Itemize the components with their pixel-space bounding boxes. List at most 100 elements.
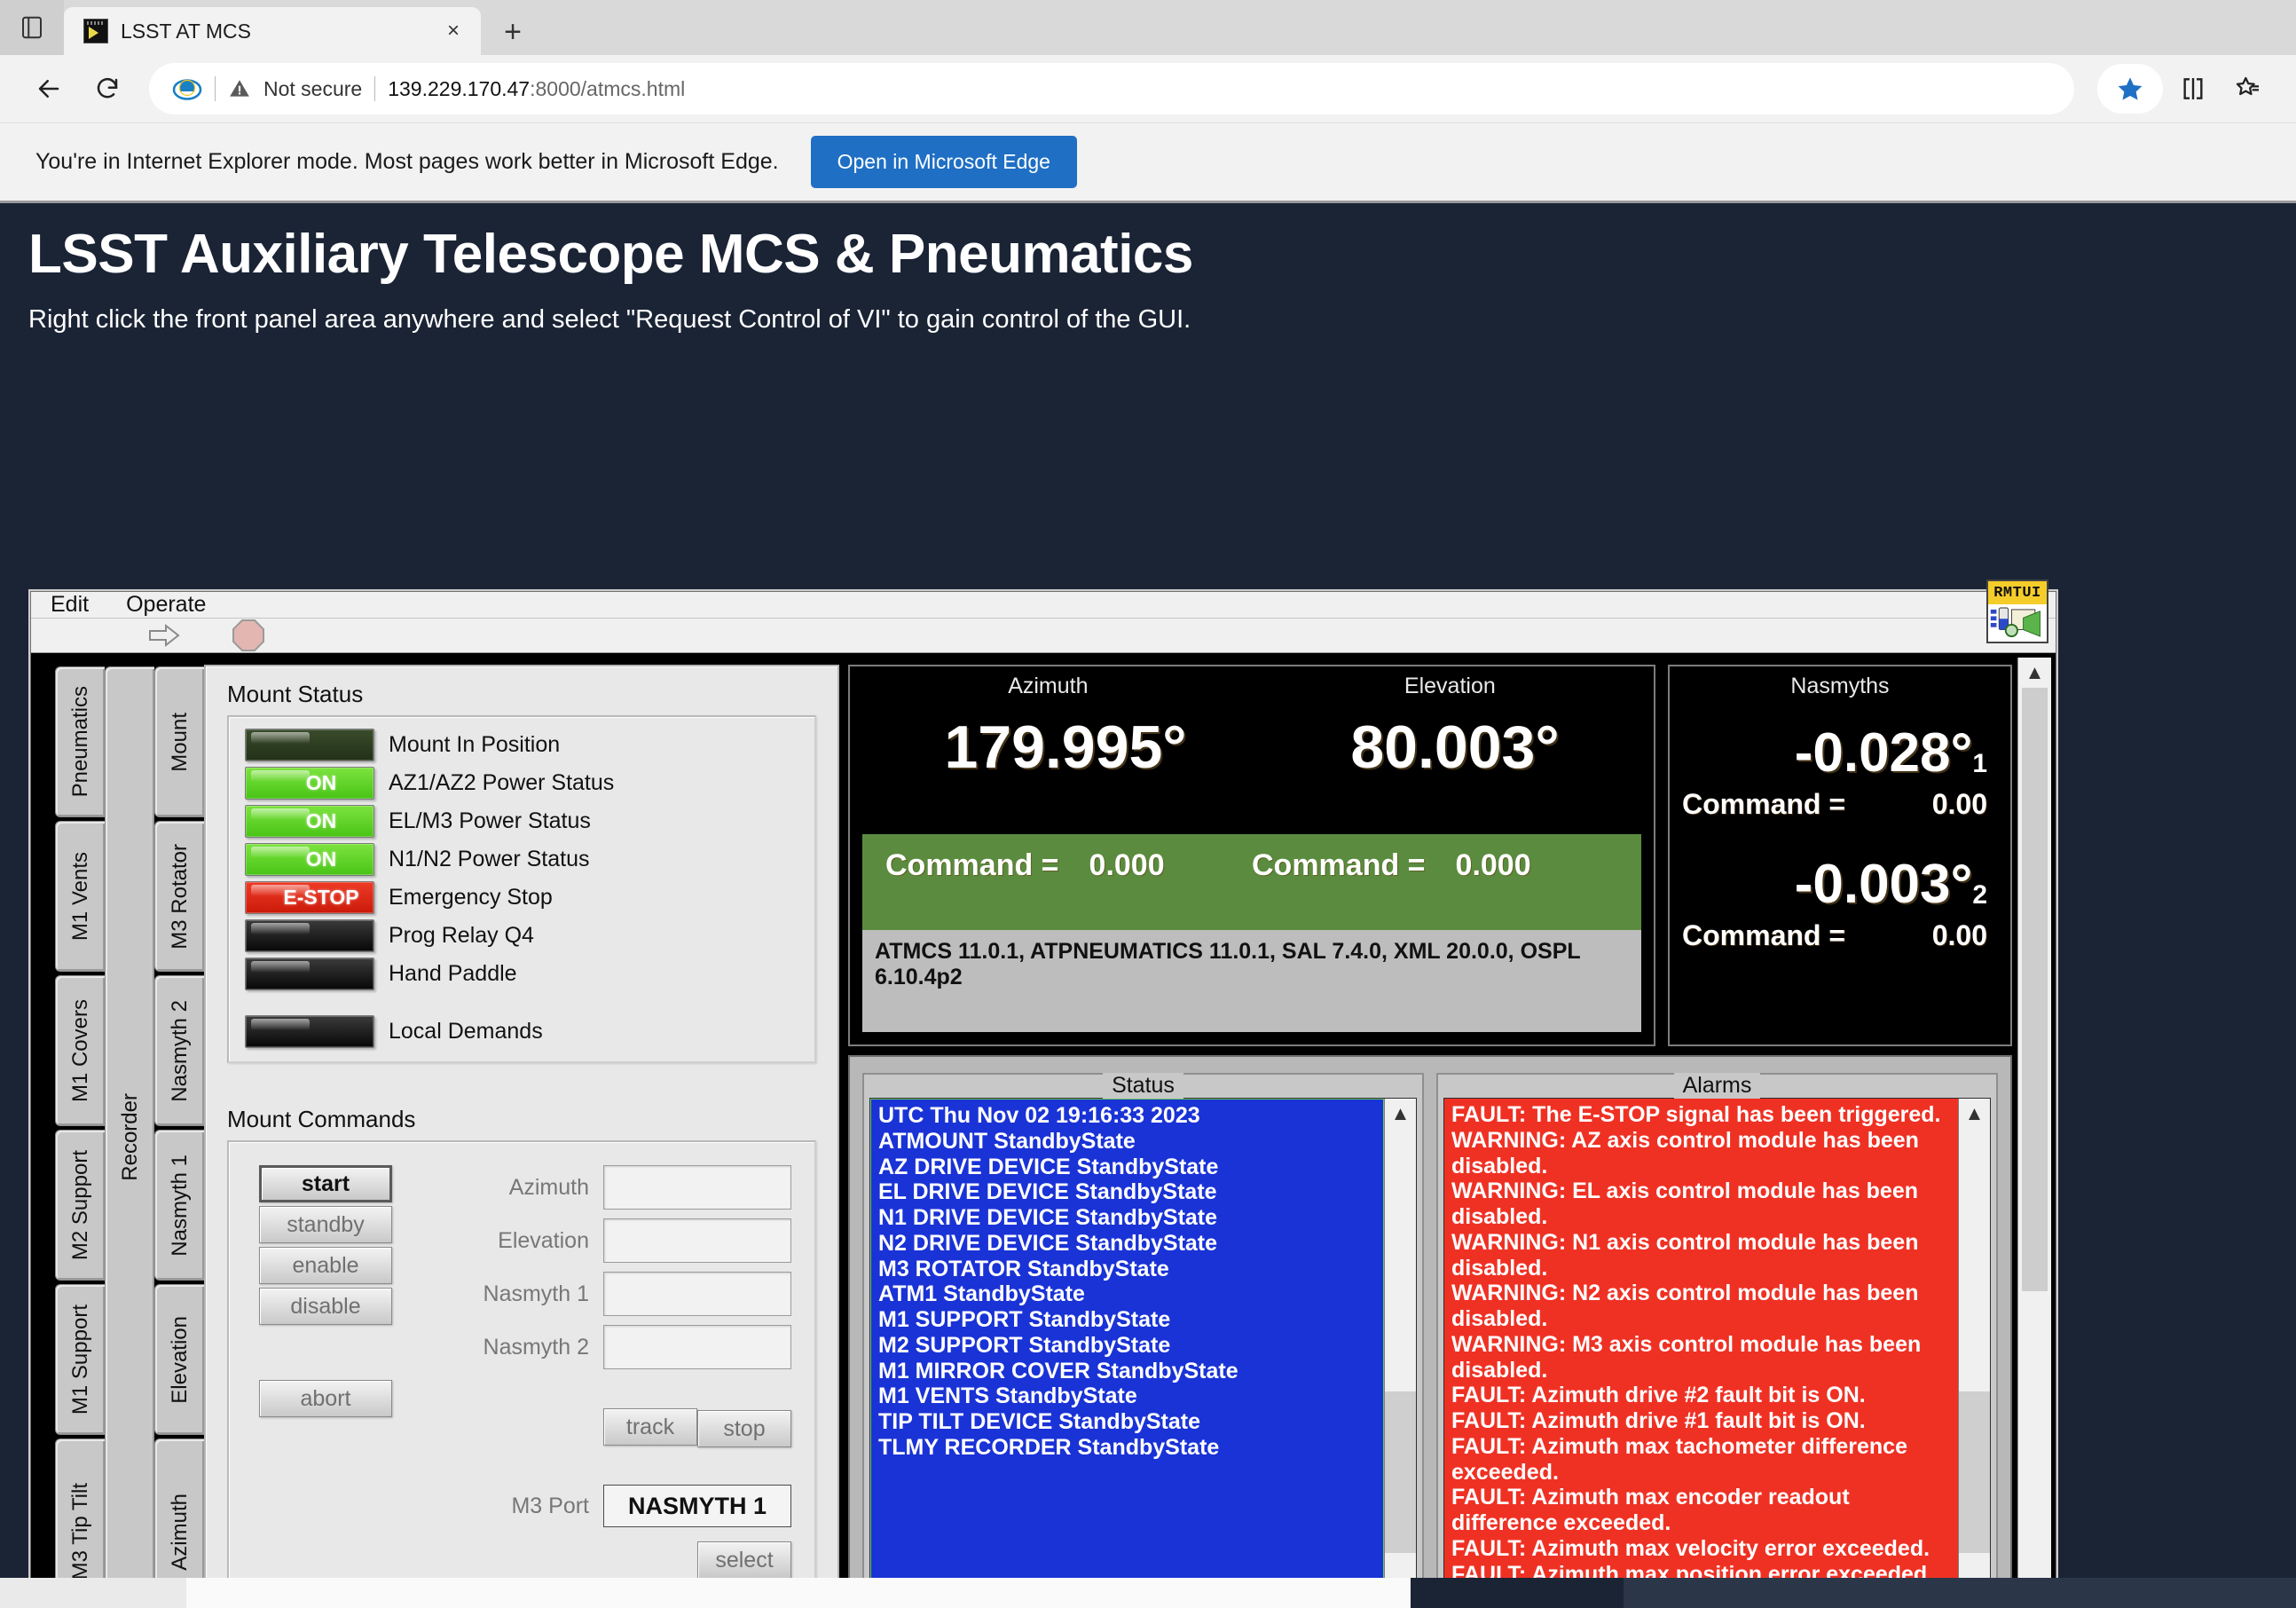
scroll-up-icon[interactable]: ▲ [1391, 1104, 1411, 1123]
back-icon[interactable] [23, 63, 75, 114]
address-bar[interactable]: Not secure 139.229.170.47:8000/atmcs.htm… [149, 63, 2074, 114]
mount-status-group: Mount In Position ON AZ1/AZ2 Power Status O… [227, 715, 816, 1063]
tab-label: Nasmyth 1 [167, 1154, 192, 1257]
browser-tab-strip: LSST AT MCS × + [0, 0, 2296, 55]
url-path: :8000/atmcs.html [530, 76, 686, 100]
menu-operate[interactable]: Operate [126, 592, 206, 618]
led-row: ON EL/M3 Power Status [229, 802, 814, 840]
status-log-line: AZ DRIVE DEVICE StandbyState [878, 1154, 1219, 1179]
tab-nasmyth-1[interactable]: Nasmyth 1 [154, 1130, 204, 1281]
mount-commands-title: Mount Commands [227, 1106, 416, 1132]
tab-pneumatics[interactable]: Pneumatics [55, 666, 105, 817]
elevation-input[interactable] [603, 1218, 791, 1263]
tab-label: M1 Vents [67, 851, 92, 942]
rmtui-glyph-icon [1988, 604, 2047, 642]
stop-button[interactable]: stop [697, 1410, 791, 1447]
close-icon[interactable]: × [438, 16, 468, 46]
tab-column-inner: Mount M3 Rotator Nasmyth 2 Nasmyth 1 Elevati… [154, 665, 204, 1608]
vi-vertical-scrollbar[interactable]: ▲ ▼ [2017, 658, 2051, 1608]
nasmyth2-command-value: 0.00 [1931, 919, 1987, 951]
state-command-buttons: start standby enable disable abort [259, 1165, 392, 1588]
status-log-line: ATMOUNT StandbyState [878, 1128, 1136, 1154]
internet-explorer-icon [172, 74, 202, 104]
tab-m1-covers[interactable]: M1 Covers [55, 975, 105, 1126]
azimuth-input[interactable] [603, 1165, 791, 1210]
nasmyth2-command-row: Command = 0.00 [1682, 919, 1987, 952]
azimuth-command-cell: Command = 0.000 [885, 848, 1252, 883]
page-content: LSST Auxiliary Telescope MCS & Pneumatic… [0, 201, 2296, 1608]
menu-edit[interactable]: Edit [51, 592, 89, 618]
m3port-value[interactable]: NASMYTH 1 [603, 1485, 791, 1527]
track-button[interactable]: track [603, 1408, 697, 1446]
m3port-row: M3 Port NASMYTH 1 [428, 1485, 791, 1527]
alarms-log-content[interactable]: FAULT: The E-STOP signal has been trigge… [1444, 1099, 1958, 1608]
track-stop-row: track stop [428, 1407, 791, 1447]
standby-button[interactable]: standby [259, 1206, 392, 1243]
alarms-scrollbar[interactable]: ▲ ▼ [1958, 1099, 1990, 1608]
disable-button[interactable]: disable [259, 1288, 392, 1325]
status-panel-caption: Status [864, 1073, 1422, 1099]
tab-nasmyth-2[interactable]: Nasmyth 2 [154, 975, 204, 1126]
led-indicator [245, 958, 374, 990]
scrollbar-thumb[interactable] [1385, 1391, 1416, 1554]
nasmyth1-input[interactable] [603, 1272, 791, 1316]
tab-label: M3 Tip Tilt [67, 1483, 92, 1580]
tab-label: Mount [167, 712, 192, 772]
new-tab-icon[interactable]: + [490, 9, 536, 55]
tab-m1-support[interactable]: M1 Support [55, 1284, 105, 1435]
rmtui-badge[interactable]: RMTUI [1986, 579, 2048, 643]
scrollbar-thumb[interactable] [2021, 688, 2048, 1291]
led-row: Local Demands [229, 1013, 814, 1051]
tab-elevation[interactable]: Elevation [154, 1284, 204, 1435]
taskbar-segment-1 [0, 1578, 186, 1608]
abort-button[interactable]: abort [259, 1380, 392, 1417]
mount-status-title: Mount Status [227, 681, 364, 707]
nasmyth2-value-row: -0.003° 2 [1682, 853, 1987, 916]
select-button[interactable]: select [697, 1541, 791, 1579]
collections-icon[interactable] [2223, 64, 2273, 114]
led-label: Local Demands [389, 1019, 543, 1044]
alarm-log-line: FAULT: The E-STOP signal has been trigge… [1451, 1102, 1941, 1127]
tab-column-middle: Recorder [105, 665, 154, 1608]
status-log-line: M1 MIRROR COVER StandbyState [878, 1358, 1238, 1383]
scroll-up-icon[interactable]: ▲ [1965, 1104, 1985, 1123]
abort-stop-icon[interactable] [232, 619, 265, 652]
alarms-panel-caption: Alarms [1438, 1073, 1996, 1099]
tab-actions-icon[interactable] [0, 0, 64, 55]
tab-m1-vents[interactable]: M1 Vents [55, 821, 105, 972]
start-button[interactable]: start [259, 1165, 392, 1202]
tab-recorder[interactable]: Recorder [105, 666, 154, 1607]
security-status-label: Not secure [263, 76, 363, 100]
led-indicator: E-STOP [245, 881, 374, 914]
omnibox-divider-2 [374, 76, 376, 101]
led-indicator [245, 919, 374, 952]
status-log-line: M3 ROTATOR StandbyState [878, 1256, 1169, 1281]
scrollbar-thumb[interactable] [1959, 1391, 1990, 1554]
split-screen-icon[interactable] [2168, 64, 2218, 114]
enable-button[interactable]: enable [259, 1247, 392, 1284]
tab-mount[interactable]: Mount [154, 666, 204, 817]
reload-icon[interactable] [82, 63, 133, 114]
scroll-up-icon[interactable]: ▲ [2025, 663, 2045, 682]
tab-m3-rotator[interactable]: M3 Rotator [154, 821, 204, 972]
vi-toolbar: RMTUI [31, 579, 2056, 653]
alarm-log-line: FAULT: Azimuth max tachometer difference… [1451, 1433, 1907, 1485]
led-label: EL/M3 Power Status [389, 808, 591, 833]
status-log-content[interactable]: UTC Thu Nov 02 19:16:33 2023 ATMOUNT Stan… [870, 1099, 1384, 1608]
tab-column-outer: Pneumatics M1 Vents M1 Covers M2 Support M1 … [55, 665, 105, 1608]
omnibox-divider [215, 76, 216, 101]
status-panel: Status UTC Thu Nov 02 19:16:33 2023 ATMOU… [862, 1073, 1424, 1608]
page-title: LSST Auxiliary Telescope MCS & Pneumatic… [28, 224, 1193, 285]
tab-m2-support[interactable]: M2 Support [55, 1130, 105, 1281]
status-scrollbar[interactable]: ▲ ▼ [1384, 1099, 1416, 1608]
open-in-edge-button[interactable]: Open in Microsoft Edge [810, 136, 1077, 188]
nasmyth2-input[interactable] [603, 1325, 791, 1369]
favorite-star-icon[interactable] [2097, 64, 2163, 114]
led-indicator: ON [245, 767, 374, 800]
browser-tab[interactable]: LSST AT MCS × [64, 7, 481, 55]
labview-vi-window: Edit Operate RMTUI Pneumatics M1 Vents M… [30, 579, 2056, 1608]
run-arrow-icon[interactable] [146, 620, 182, 650]
alarms-panel: Alarms FAULT: The E-STOP signal has been… [1436, 1073, 1998, 1608]
nasmyth1-command-label: Command = [1682, 788, 1846, 820]
alarm-log-line: FAULT: Azimuth max encoder readout diffe… [1451, 1485, 1850, 1535]
